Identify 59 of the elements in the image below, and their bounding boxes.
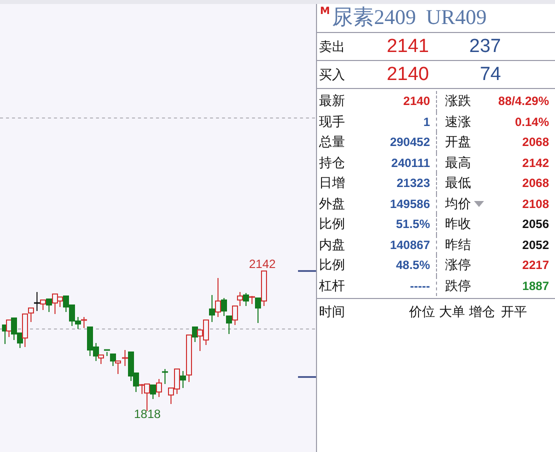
price-marker bbox=[298, 270, 316, 272]
stat-value: 2056 bbox=[522, 217, 549, 232]
stat-value: 290452 bbox=[390, 135, 430, 150]
column-header: 价位 bbox=[408, 304, 435, 321]
stat-label: 比例 bbox=[319, 257, 345, 274]
stat-value: 2142 bbox=[522, 156, 549, 170]
stat-label: 跌停 bbox=[445, 278, 471, 295]
order-price: 2140 bbox=[386, 64, 429, 86]
price-marker bbox=[298, 376, 316, 378]
stat-label: 日增 bbox=[319, 175, 345, 192]
stat-label: 昨收 bbox=[445, 216, 471, 234]
stat-value: 21323 bbox=[396, 176, 430, 190]
stat-label: 涨停 bbox=[445, 257, 471, 274]
dropdown-caret-icon[interactable] bbox=[474, 200, 484, 207]
stat-value: ----- bbox=[410, 278, 430, 293]
stat-value: 2052 bbox=[522, 238, 549, 252]
stat-value: 1887 bbox=[522, 278, 549, 293]
column-header: 时间 bbox=[319, 304, 346, 321]
order-side-label: 买入 bbox=[319, 66, 346, 84]
contract-code: UR409 bbox=[426, 4, 487, 30]
stat-value: 2068 bbox=[522, 176, 549, 190]
stat-label: 最高 bbox=[445, 154, 471, 172]
stat-label: 现手 bbox=[319, 114, 345, 131]
low-price-label: 1818 bbox=[134, 407, 161, 421]
stat-label: 持仓 bbox=[319, 154, 345, 172]
high-price-label: 2142 bbox=[249, 257, 276, 271]
stat-value: 2068 bbox=[522, 135, 549, 150]
stat-label: 开盘 bbox=[445, 134, 471, 152]
market-label: M bbox=[320, 6, 330, 17]
stat-label: 内盘 bbox=[319, 236, 345, 254]
stat-value: 2140 bbox=[403, 94, 430, 108]
stat-label: 杠杆 bbox=[319, 278, 345, 295]
order-side-label: 卖出 bbox=[319, 38, 346, 56]
order-price: 2141 bbox=[386, 36, 429, 58]
stat-label: 外盘 bbox=[319, 196, 345, 213]
stat-label: 最低 bbox=[445, 175, 471, 192]
stat-label: 速涨 bbox=[445, 114, 471, 131]
stat-label: 比例 bbox=[319, 216, 345, 234]
stat-label: 昨结 bbox=[445, 236, 471, 254]
stat-value: 140867 bbox=[390, 238, 430, 252]
stat-value: 88/4.29% bbox=[498, 94, 549, 108]
stat-label: 均价 bbox=[445, 196, 471, 213]
stat-value: 240111 bbox=[391, 156, 430, 170]
contract-title: 尿素2409 bbox=[332, 4, 416, 30]
column-header: 大单 bbox=[438, 304, 465, 321]
stat-value: 48.5% bbox=[396, 258, 430, 272]
stat-value: 51.5% bbox=[396, 217, 430, 232]
stat-label: 总量 bbox=[319, 134, 345, 152]
stat-value: 149586 bbox=[390, 196, 430, 211]
stat-label: 最新 bbox=[319, 93, 345, 110]
order-volume: 74 bbox=[478, 64, 501, 86]
stat-value: 2108 bbox=[522, 196, 549, 211]
order-volume: 237 bbox=[468, 36, 501, 58]
column-header: 开平 bbox=[500, 304, 527, 321]
stat-label: 涨跌 bbox=[445, 93, 471, 110]
stat-value: 2217 bbox=[522, 258, 549, 272]
column-header: 增仓 bbox=[468, 304, 495, 321]
stat-value: 1 bbox=[423, 114, 430, 129]
stat-value: 0.14% bbox=[514, 114, 549, 129]
